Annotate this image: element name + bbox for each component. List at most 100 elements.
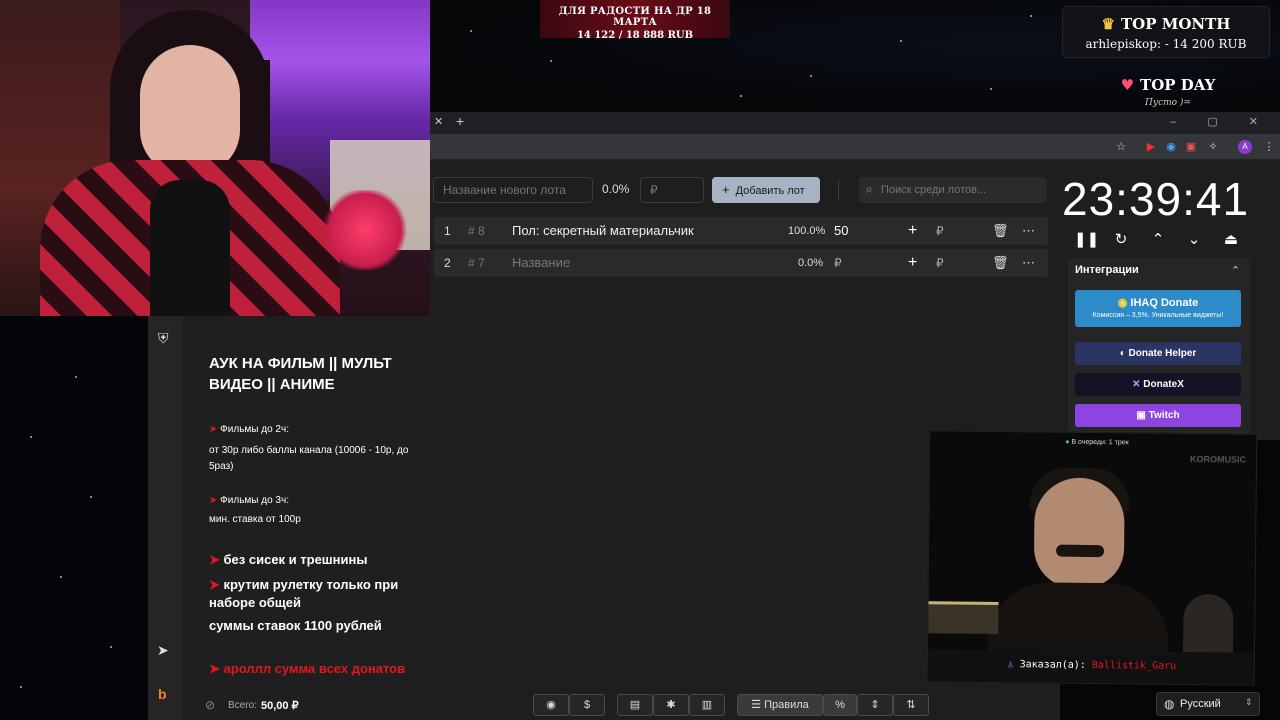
lot-index: 1 [444,224,451,238]
donate-button[interactable]: $ [569,694,605,716]
films3-heading: Фильмы до 3ч: [220,495,289,506]
heart-icon: ♥ [1120,76,1135,94]
window-controls[interactable]: ‒ ▢ ✕ [1170,115,1272,128]
search-icon: ⌕ [866,182,873,196]
collapse-chevron-icon[interactable]: ⌃ [1231,264,1240,277]
twitch-button[interactable]: ▣ Twitch [1075,404,1241,427]
donation-goal-banner: ДЛЯ РАДОСТИ НА ДР 18 МАРТА 14 122 / 18 8… [540,0,730,41]
top-month-widget: ♛ TOP MONTH arhlepiskop: - 14 200 RUB [1062,6,1270,58]
twitch-label: Twitch [1148,410,1180,421]
films3-text: мин. ставка от 100р [209,514,301,525]
split-button[interactable]: ⇕ [857,694,893,716]
total-value: 50,00 ₽ [261,700,299,712]
percent-icon: % [835,699,845,711]
goal-title: ДЛЯ РАДОСТИ НА ДР 18 МАРТА [558,6,712,28]
total-label: Всего: [228,700,257,711]
globe-icon: ◍ [1164,697,1175,711]
arrow-icon: ➤ [209,577,220,592]
new-lot-amount-input[interactable] [640,177,704,203]
shield-icon[interactable]: ⛨ [158,330,169,347]
search-box[interactable]: ⌕ [859,177,1047,203]
donatex-label: DonateX [1143,379,1184,390]
rules-title: АУК НА ФИЛЬМ || МУЛЬТ ВИДЕО || АНИМЕ [209,355,392,393]
top-month-title: TOP MONTH [1121,15,1231,33]
select-arrows-icon: ⇕ [1245,697,1253,707]
bug-icon: ✱ [666,699,676,711]
extension-icon[interactable]: ▣ [1184,140,1198,154]
lot-percent: 100.0% [788,225,826,237]
plus-icon: + [722,182,730,197]
close-tab-icon[interactable]: ✕ [434,115,443,128]
rules-button[interactable]: ☰ Правила [737,694,823,716]
integrations-title: Интеграции [1075,264,1139,276]
save-button[interactable]: ▤ [617,694,653,716]
new-lot-percent: 0.0% [602,182,630,196]
new-lot-name-input[interactable] [433,177,593,203]
donate-helper-icon: ◐ [1119,348,1126,359]
ihaq-donate-button[interactable]: ◉ IHAQ Donate Комиссия – 3,5%. Уникальны… [1075,290,1241,327]
trash-icon: ▥ [701,699,713,711]
github-button[interactable]: ◉ [533,694,569,716]
clear-button[interactable]: ▥ [689,694,725,716]
trash-icon[interactable]: 🗑 [992,249,1009,277]
user-icon: ♙ [1007,659,1014,671]
chevron-up-icon[interactable]: ⌃ [1147,230,1169,250]
top-day-value: Пусто )= [1145,98,1191,108]
language-select[interactable]: ◍ Русский ⇕ [1156,692,1260,716]
arrow-icon: ➤ [209,495,218,506]
goal-progress: 14 122 / 18 888 RUB [576,30,694,41]
pause-icon[interactable]: ❚❚ [1074,230,1099,250]
lot-name[interactable]: Пол: секретный материальчик [512,217,694,245]
add-lot-label: Добавить лот [735,185,805,197]
lot-currency-input[interactable]: ₽ [936,217,944,245]
youtube-extension-icon[interactable]: ▶ [1144,140,1158,154]
new-tab-icon[interactable]: + [456,113,464,129]
lot-amount[interactable]: 50 [834,217,848,245]
trash-icon[interactable]: 🗑 [992,217,1009,245]
donate-helper-button[interactable]: ◐ Donate Helper [1075,342,1241,365]
telegram-icon[interactable]: ➤ [157,642,169,659]
search-lots-input[interactable] [881,178,1041,202]
webcam-feed [0,0,430,316]
brand-logo: KOROMUSIC [1189,454,1247,465]
chevron-down-icon[interactable]: ⌄ [1183,230,1205,250]
list-icon: ☰ [751,699,762,711]
eye-off-icon[interactable]: ⊘ [205,698,215,712]
add-amount-icon[interactable]: + [908,217,917,245]
ordered-user: Ballistik_Garu [1091,660,1177,672]
top-month-value: arhlepiskop: - 14 200 RUB [1085,37,1247,51]
puzzle-icon[interactable]: ✧ [1206,140,1220,154]
add-lot-button[interactable]: + Добавить лот [712,177,820,203]
donatex-button[interactable]: ✕ DonateX [1075,373,1241,396]
lot-percent: 0.0% [798,257,824,269]
crown-icon: ♛ [1101,15,1115,33]
browser-address-bar: ☆ ▶ ◉ ▣ ✧ A ⋮ [430,134,1280,160]
more-options-icon[interactable]: ⋯ [1022,249,1035,277]
more-options-icon[interactable]: ⋯ [1022,217,1035,245]
stream-background-left [0,316,148,720]
eject-icon[interactable]: ⏏ [1220,230,1242,250]
lot-row[interactable]: 2 # 7 Название 0.0% ₽ + ₽ 🗑 ⋯ [434,249,1048,277]
lot-name[interactable]: Название [512,249,570,277]
films2-text: от 30р либо баллы канала (10006 - 10р, д… [209,445,409,472]
lot-amount[interactable]: ₽ [834,249,842,277]
add-amount-icon[interactable]: + [908,249,917,277]
lot-row[interactable]: 1 # 8 Пол: секретный материальчик 100.0%… [434,217,1048,245]
ihaq-sub: Комиссия – 3,5%. Уникальные виджеты! [1092,312,1224,319]
sort-button[interactable]: ⇅ [893,694,929,716]
restart-icon[interactable]: ↻ [1110,230,1132,250]
menu-kebab-icon[interactable]: ⋮ [1262,140,1276,154]
github-icon: ◉ [546,699,556,711]
bug-report-button[interactable]: ✱ [653,694,689,716]
audio-extension-icon[interactable]: ◉ [1164,140,1178,154]
boosty-icon[interactable]: b [158,686,167,702]
percent-button[interactable]: % [823,694,857,716]
bookmark-star-icon[interactable]: ☆ [1114,140,1128,154]
timer-display: 23:39:41 [1062,173,1250,225]
rule-4: ароллл сумма всех донатов [223,661,406,676]
donate-helper-label: Donate Helper [1128,348,1197,359]
browser-tab-bar: ✕ + ‒ ▢ ✕ [430,112,1280,134]
lot-currency-input[interactable]: ₽ [936,249,944,277]
profile-avatar[interactable]: A [1238,140,1252,154]
ordered-label: Заказал(а): [1019,659,1086,671]
